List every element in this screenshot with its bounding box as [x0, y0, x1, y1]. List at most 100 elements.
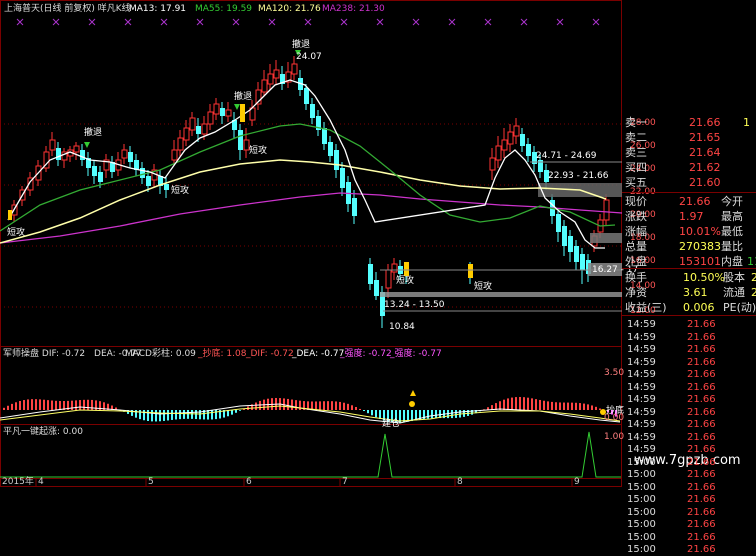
tick-price: 21.66: [687, 494, 716, 505]
candle-body: [238, 130, 243, 150]
ma55-label: MA55: 19.59: [195, 4, 253, 14]
cross-marker: [268, 18, 276, 26]
macd-tag-2: _DIF: -0.72: [246, 349, 294, 359]
candle-body: [80, 150, 85, 160]
macd-tag-4: _强度: -0.72: [340, 349, 392, 359]
cross-marker: [484, 18, 492, 26]
order-book-row[interactable]: 卖二 21.65: [623, 131, 756, 145]
candle-body: [520, 134, 525, 146]
tick-row[interactable]: 15:00 21.66: [623, 531, 756, 544]
tick-time: 15:00: [627, 481, 656, 493]
tick-row[interactable]: 14:59 21.66: [623, 406, 756, 419]
tick-row[interactable]: 14:59 21.66: [623, 368, 756, 381]
order-level-label: 卖二: [625, 131, 647, 144]
candle-body: [322, 128, 327, 144]
stat-label: 净资: [625, 286, 647, 299]
tick-price: 21.66: [687, 519, 716, 530]
order-book-row[interactable]: 卖一 21.66 1: [623, 116, 756, 130]
buy-signal-1: 短攻: [7, 228, 26, 238]
candle-body: [556, 214, 561, 232]
stat-value: 153101: [679, 255, 721, 268]
tick-row[interactable]: 14:59 21.66: [623, 443, 756, 456]
stat-label: 涨跌: [625, 210, 647, 223]
tick-time: 15:00: [627, 506, 656, 518]
candle-body: [501, 139, 508, 151]
candle-body: [304, 88, 309, 104]
tick-time: 15:00: [627, 456, 656, 468]
order-book-row[interactable]: 买五 21.60: [623, 176, 756, 190]
tick-price: 21.66: [687, 544, 716, 555]
order-book-row[interactable]: 卖三 21.64: [623, 146, 756, 160]
cross-marker: [412, 18, 420, 26]
quote-stat-row[interactable]: 现价 21.66 今开: [623, 195, 756, 209]
tick-row[interactable]: 15:00 21.66: [623, 543, 756, 556]
tick-row[interactable]: 14:59 21.66: [623, 331, 756, 344]
date-axis-apr: 4: [38, 477, 44, 487]
tick-price: 21.66: [687, 319, 716, 330]
range-label-1: 24.71 - 24.69: [536, 151, 597, 161]
cross-marker: [592, 18, 600, 26]
tick-price: 21.66: [687, 394, 716, 405]
candle-body: [391, 263, 398, 273]
order-book-row[interactable]: 买四 21.62: [623, 161, 756, 175]
panel-divider: [622, 268, 756, 269]
cross-marker: [304, 18, 312, 26]
sell-signal-3: 撤退: [292, 40, 311, 50]
candle-body: [201, 123, 208, 135]
tick-row[interactable]: 15:00 21.66: [623, 506, 756, 519]
candle-body: [374, 280, 379, 296]
low-price-label: 10.84: [389, 322, 415, 332]
tick-row[interactable]: 14:59 21.66: [623, 318, 756, 331]
quote-stat-row[interactable]: 涨幅 10.01% 最低: [623, 225, 756, 239]
signal-marker: [404, 262, 409, 276]
candle-body: [291, 63, 298, 75]
tick-time: 15:00: [627, 531, 656, 543]
candle-body: [562, 226, 567, 246]
quote-stat-row[interactable]: 收益(三) 0.006 PE(动): [623, 301, 756, 315]
cross-marker: [520, 18, 528, 26]
tick-time: 15:00: [627, 494, 656, 505]
bottom-axis-label: 1.00: [604, 432, 625, 442]
tick-time: 14:59: [627, 369, 656, 380]
candle-body: [207, 111, 214, 125]
tick-row[interactable]: 15:00 21.66: [623, 456, 756, 469]
tick-row[interactable]: 15:00 21.66: [623, 468, 756, 481]
cross-marker: [376, 18, 384, 26]
tick-time: 14:59: [627, 419, 656, 430]
tick-row[interactable]: 15:00 21.66: [623, 518, 756, 531]
tick-row[interactable]: 14:59 21.66: [623, 343, 756, 356]
date-axis-aug: 8: [457, 477, 463, 487]
stat-value: 21.66: [679, 195, 711, 208]
tick-row[interactable]: 15:00 21.66: [623, 481, 756, 494]
order-price: 21.65: [689, 131, 721, 144]
candle-body: [92, 166, 97, 176]
quote-stat-row[interactable]: 换手 10.50% 股本 2: [623, 271, 756, 285]
macd-tag-5: _强度: -0.77: [390, 349, 442, 359]
candle-body: [261, 79, 268, 93]
tick-row[interactable]: 14:59 21.66: [623, 381, 756, 394]
cross-marker: [448, 18, 456, 26]
candle-body: [225, 109, 232, 117]
candle-body: [171, 149, 178, 161]
tick-row[interactable]: 14:59 21.66: [623, 356, 756, 369]
tick-row[interactable]: 14:59 21.66: [623, 431, 756, 444]
buy-signal-3: 短攻: [249, 146, 268, 156]
tick-price: 21.66: [687, 481, 716, 493]
candle-body: [495, 145, 502, 161]
buy-signal-4: 短攻: [396, 276, 415, 286]
quote-stat-row[interactable]: 净资 3.61 流通 2: [623, 286, 756, 300]
stat-label: 股本: [723, 271, 745, 284]
date-axis-sep: 9: [574, 477, 580, 487]
tick-row[interactable]: 14:59 21.66: [623, 393, 756, 406]
macd-panel-title: 军师操盘 DIF: -0.72 DEA: -0.77: [3, 349, 142, 359]
stat-label: 最低: [721, 225, 743, 238]
tick-price: 21.66: [687, 431, 716, 443]
quote-stat-row[interactable]: 外盘 153101内盘 117: [623, 255, 756, 269]
quote-stat-row[interactable]: 总量 270383 量比: [623, 240, 756, 254]
tick-row[interactable]: 14:59 21.66: [623, 418, 756, 431]
quote-stat-row[interactable]: 涨跌 1.97 最高: [623, 210, 756, 224]
chart-title: 上海普天(日线 前复权) 咩凡K线: [4, 4, 131, 14]
order-level-label: 买四: [625, 161, 647, 174]
candle-body: [574, 246, 579, 262]
tick-row[interactable]: 15:00 21.66: [623, 493, 756, 506]
